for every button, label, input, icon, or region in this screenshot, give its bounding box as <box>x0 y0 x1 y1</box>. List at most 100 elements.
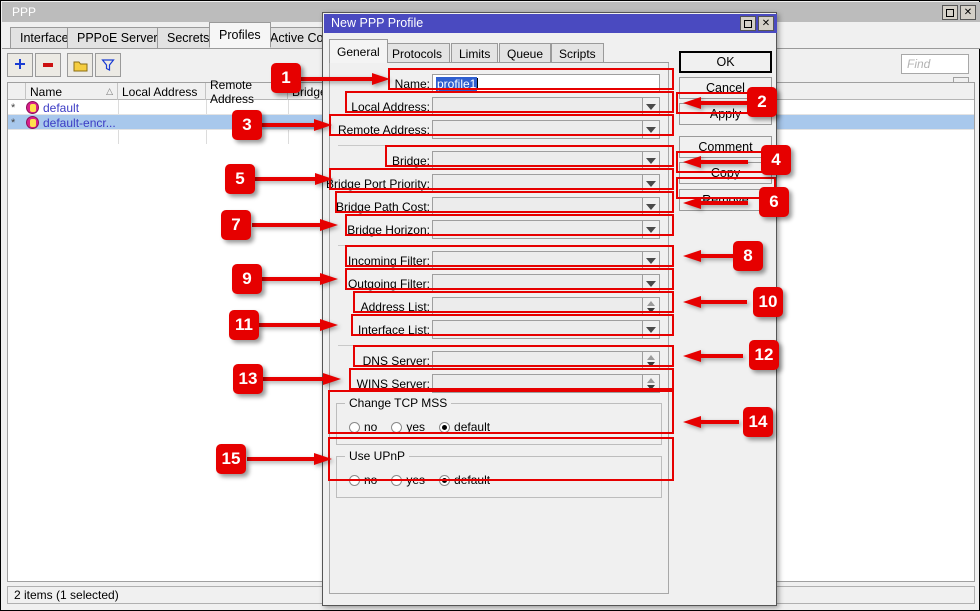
restore-icon[interactable] <box>740 16 756 31</box>
bridge-horizon-input[interactable] <box>432 220 643 239</box>
tab-queue[interactable]: Queue <box>499 43 552 63</box>
field-label: Name: <box>394 76 430 91</box>
radio-use-upnp-yes[interactable]: yes <box>391 473 425 487</box>
tab-scripts[interactable]: Scripts <box>551 43 604 63</box>
group-separator <box>338 145 660 146</box>
tab-general[interactable]: General <box>329 39 388 63</box>
remote-address-dropdown[interactable] <box>642 120 660 139</box>
outgoing-filter-input[interactable] <box>432 274 643 293</box>
column-header-flags[interactable] <box>8 83 26 100</box>
arrow-to-interface-list-field <box>258 318 338 332</box>
bridge-input[interactable] <box>432 151 643 170</box>
radio-label: yes <box>406 420 426 434</box>
tab-label: Profiles <box>219 28 261 42</box>
field-incoming-filter: Incoming Filter: <box>336 251 662 270</box>
tab-protocols[interactable]: Protocols <box>384 43 451 63</box>
chevron-down-icon <box>646 203 656 210</box>
change-tcp-mss-options: no yes default <box>349 420 490 434</box>
plus-icon <box>15 59 25 69</box>
filter-button[interactable] <box>95 53 121 77</box>
address-list-spinner[interactable] <box>642 297 660 316</box>
group-separator <box>338 245 660 246</box>
annotation-badge-14: 14 <box>743 407 773 437</box>
add-button[interactable] <box>7 53 33 77</box>
arrow-to-dns-server-field <box>683 349 743 363</box>
remove-button[interactable] <box>35 53 61 77</box>
annotation-badge-8: 8 <box>733 241 763 271</box>
radio-change-tcp-mss-no[interactable]: no <box>349 420 377 434</box>
name-input[interactable]: profile1 <box>432 74 660 93</box>
bridge-port-priority-input[interactable] <box>432 174 643 193</box>
bridge-path-cost-input[interactable] <box>432 197 643 216</box>
column-header-name[interactable]: Name △ <box>26 83 118 100</box>
interface-list-input[interactable] <box>432 320 643 339</box>
bridge-path-cost-dropdown[interactable] <box>642 197 660 216</box>
general-form-panel: Name: profile1 Local Address: Remote Add… <box>325 63 669 594</box>
filter-icon <box>101 59 115 71</box>
annotation-badge-12: 12 <box>749 340 779 370</box>
field-label: WINS Server: <box>356 376 430 391</box>
dns-server-spinner[interactable] <box>642 351 660 370</box>
search-placeholder: Find <box>907 57 931 71</box>
local-address-input[interactable] <box>432 97 643 116</box>
arrow-to-name-field <box>300 72 390 86</box>
tab-label: Interface <box>20 31 69 45</box>
incoming-filter-dropdown[interactable] <box>642 251 660 270</box>
field-local-address: Local Address: <box>336 97 662 116</box>
row-name-cell: default <box>26 100 176 115</box>
field-label: DNS Server: <box>362 353 430 368</box>
interface-list-dropdown[interactable] <box>642 320 660 339</box>
arrow-to-incoming-filter-field <box>683 249 735 263</box>
address-list-input[interactable] <box>432 297 643 316</box>
minus-icon <box>43 63 53 67</box>
radio-use-upnp-default[interactable]: default <box>439 473 490 487</box>
field-label: Remote Address: <box>337 122 430 137</box>
field-wins-server: WINS Server: <box>336 374 662 393</box>
wins-server-input[interactable] <box>432 374 643 393</box>
bridge-horizon-dropdown[interactable] <box>642 220 660 239</box>
remote-address-input[interactable] <box>432 120 643 139</box>
radio-use-upnp-no[interactable]: no <box>349 473 377 487</box>
column-header-local-address[interactable]: Local Address <box>118 83 206 100</box>
field-label: Bridge Port Priority: <box>325 176 430 191</box>
search-input[interactable]: Find <box>901 54 969 74</box>
arrow-to-address-list-field <box>683 295 747 309</box>
radio-change-tcp-mss-default[interactable]: default <box>439 420 490 434</box>
arrow-to-bridge-port-priority-field <box>255 172 333 186</box>
field-outgoing-filter: Outgoing Filter: <box>336 274 662 293</box>
tab-profiles[interactable]: Profiles <box>209 22 271 48</box>
outgoing-filter-dropdown[interactable] <box>642 274 660 293</box>
profile-icon <box>26 101 39 114</box>
bridge-dropdown[interactable] <box>642 151 660 170</box>
folder-icon <box>73 61 87 71</box>
dns-server-input[interactable] <box>432 351 643 370</box>
arrow-to-outgoing-filter-field <box>260 272 338 286</box>
radio-change-tcp-mss-yes[interactable]: yes <box>391 420 425 434</box>
name-input-value: profile1 <box>436 76 478 91</box>
annotation-badge-6: 6 <box>759 187 789 217</box>
ok-button[interactable]: OK <box>679 51 772 73</box>
tab-limits[interactable]: Limits <box>451 43 499 63</box>
bridge-port-priority-dropdown[interactable] <box>642 174 660 193</box>
close-icon[interactable]: ✕ <box>960 5 976 20</box>
annotation-badge-4: 4 <box>761 145 791 175</box>
local-address-dropdown[interactable] <box>642 97 660 116</box>
wins-server-spinner[interactable] <box>642 374 660 393</box>
chevron-down-icon <box>646 226 656 233</box>
use-upnp-options: no yes default <box>349 473 490 487</box>
arrow-to-use-upnp-group <box>247 452 332 466</box>
use-upnp-group: Use UPnP no yes default <box>336 449 662 498</box>
annotation-badge-10: 10 <box>753 287 783 317</box>
incoming-filter-input[interactable] <box>432 251 643 270</box>
tab-label: Queue <box>507 46 544 61</box>
field-label: Interface List: <box>357 322 430 337</box>
restore-icon[interactable] <box>942 5 958 20</box>
field-label: Bridge Path Cost: <box>335 199 430 214</box>
enable-button[interactable] <box>67 53 93 77</box>
field-bridge: Bridge: <box>336 151 662 170</box>
field-label: Address List: <box>360 299 430 314</box>
close-icon[interactable]: ✕ <box>758 16 774 31</box>
button-label: Cancel <box>706 81 745 95</box>
button-label: Comment <box>698 140 753 154</box>
tab-label: General <box>337 44 380 59</box>
